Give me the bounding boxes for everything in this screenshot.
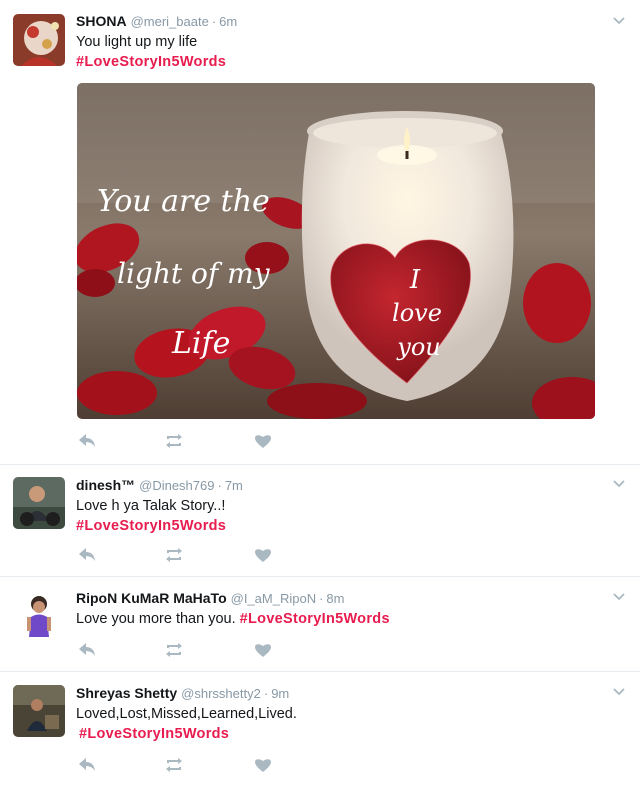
- chevron-down-icon[interactable]: [611, 590, 627, 604]
- chevron-down-icon[interactable]: [611, 685, 627, 699]
- reply-icon[interactable]: [76, 755, 98, 775]
- image-caption-line: Life: [171, 326, 230, 361]
- author-handle[interactable]: @Dinesh769: [139, 478, 214, 493]
- heart-icon[interactable]: [252, 755, 274, 775]
- tweet[interactable]: SHONA @meri_baate · 6m You light up my life…: [0, 0, 640, 465]
- tweet-header: dinesh™ @Dinesh769 · 7m: [76, 477, 243, 493]
- timeline-feed: SHONA @meri_baate · 6m You light up my life…: [0, 0, 640, 785]
- retweet-icon[interactable]: [163, 640, 185, 660]
- tweet-text: Love you more than you. #LoveStoryIn5Wor…: [76, 609, 390, 629]
- image-caption-line: you: [396, 333, 440, 361]
- hashtag-link[interactable]: #LoveStoryIn5Words: [79, 724, 297, 744]
- tweet[interactable]: Shreyas Shetty @shrsshetty2 · 9m Loved,Lost…: [0, 672, 640, 785]
- tweet-header: Shreyas Shetty @shrsshetty2 · 9m: [76, 685, 289, 701]
- tweet-body: Love h ya Talak Story..!: [76, 498, 226, 514]
- reply-icon[interactable]: [76, 640, 98, 660]
- hashtag-link[interactable]: #LoveStoryIn5Words: [76, 516, 226, 536]
- hashtag-link[interactable]: #LoveStoryIn5Words: [240, 611, 390, 627]
- tweet-image[interactable]: You are the light of my Life I love you: [77, 83, 595, 419]
- tweet-text: Love h ya Talak Story..! #LoveStoryIn5Wo…: [76, 496, 226, 536]
- author-name[interactable]: dinesh™: [76, 477, 135, 493]
- tweet-actions: [76, 431, 296, 451]
- author-name[interactable]: Shreyas Shetty: [76, 685, 177, 701]
- separator-dot: ·: [263, 686, 269, 701]
- tweet-actions: [76, 545, 296, 565]
- tweet[interactable]: RipoN KuMaR MaHaTo @I_aM_RipoN · 8m Love yo…: [0, 577, 640, 672]
- retweet-icon[interactable]: [163, 431, 185, 451]
- author-name[interactable]: SHONA: [76, 13, 127, 29]
- avatar[interactable]: [13, 477, 65, 529]
- chevron-down-icon[interactable]: [611, 14, 627, 28]
- tweet-text: Loved,Lost,Missed,Learned,Lived. #LoveSt…: [76, 704, 297, 744]
- author-name[interactable]: RipoN KuMaR MaHaTo: [76, 590, 227, 606]
- tweet-body: Love you more than you.: [76, 611, 236, 627]
- image-caption-line: light of my: [117, 257, 271, 290]
- tweet[interactable]: dinesh™ @Dinesh769 · 7m Love h ya Talak Sto…: [0, 465, 640, 577]
- separator-dot: ·: [319, 591, 324, 606]
- author-handle[interactable]: @meri_baate: [131, 14, 209, 29]
- tweet-header: SHONA @meri_baate · 6m: [76, 13, 237, 29]
- heart-icon[interactable]: [252, 545, 274, 565]
- tweet-text: You light up my life #LoveStoryIn5Words: [76, 32, 226, 72]
- author-handle[interactable]: @shrsshetty2: [181, 686, 261, 701]
- hashtag-link[interactable]: #LoveStoryIn5Words: [76, 52, 226, 72]
- tweet-header: RipoN KuMaR MaHaTo @I_aM_RipoN · 8m: [76, 590, 344, 606]
- retweet-icon[interactable]: [163, 755, 185, 775]
- heart-icon[interactable]: [252, 431, 274, 451]
- avatar[interactable]: [13, 14, 65, 66]
- image-caption-line: You are the: [97, 184, 270, 219]
- separator-dot: ·: [211, 14, 217, 29]
- separator-dot: ·: [217, 478, 222, 493]
- timestamp[interactable]: 9m: [271, 686, 289, 701]
- timestamp[interactable]: 6m: [219, 14, 237, 29]
- image-caption-line: I: [409, 265, 421, 295]
- chevron-down-icon[interactable]: [611, 477, 627, 491]
- retweet-icon[interactable]: [163, 545, 185, 565]
- heart-icon[interactable]: [252, 640, 274, 660]
- timestamp[interactable]: 8m: [326, 591, 344, 606]
- tweet-body: You light up my life: [76, 34, 198, 50]
- image-caption-line: love: [392, 299, 442, 327]
- tweet-actions: [76, 755, 296, 775]
- avatar[interactable]: [13, 589, 65, 641]
- reply-icon[interactable]: [76, 545, 98, 565]
- avatar[interactable]: [13, 685, 65, 737]
- author-handle[interactable]: @I_aM_RipoN: [231, 591, 316, 606]
- tweet-actions: [76, 640, 296, 660]
- reply-icon[interactable]: [76, 431, 98, 451]
- tweet-body: Loved,Lost,Missed,Learned,Lived.: [76, 706, 297, 722]
- timestamp[interactable]: 7m: [225, 478, 243, 493]
